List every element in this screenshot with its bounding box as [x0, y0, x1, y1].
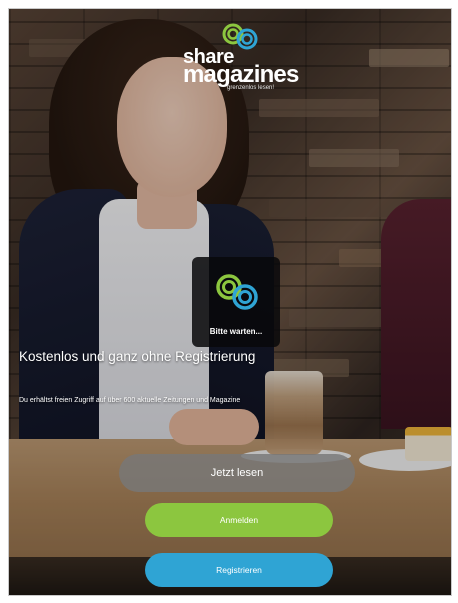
hero-headline: Kostenlos und ganz ohne Registrierung [19, 349, 256, 364]
logo-wordmark-magazines: magazines [183, 61, 299, 88]
loading-overlay: Bitte warten... [192, 257, 280, 347]
app-screen: share magazines grenzenlos lesen! Kosten… [8, 8, 452, 596]
swirl-spinner-icon [216, 274, 258, 310]
hero-subline: Du erhältst freien Zugriff auf über 600 … [19, 397, 241, 404]
register-button[interactable]: Registrieren [145, 553, 333, 587]
sharemagazines-logo: share magazines grenzenlos lesen! [183, 23, 299, 95]
read-now-button[interactable]: Jetzt lesen [119, 454, 355, 492]
login-button[interactable]: Anmelden [145, 503, 333, 537]
logo-tagline: grenzenlos lesen! [227, 85, 275, 91]
loading-text: Bitte warten... [209, 327, 263, 336]
